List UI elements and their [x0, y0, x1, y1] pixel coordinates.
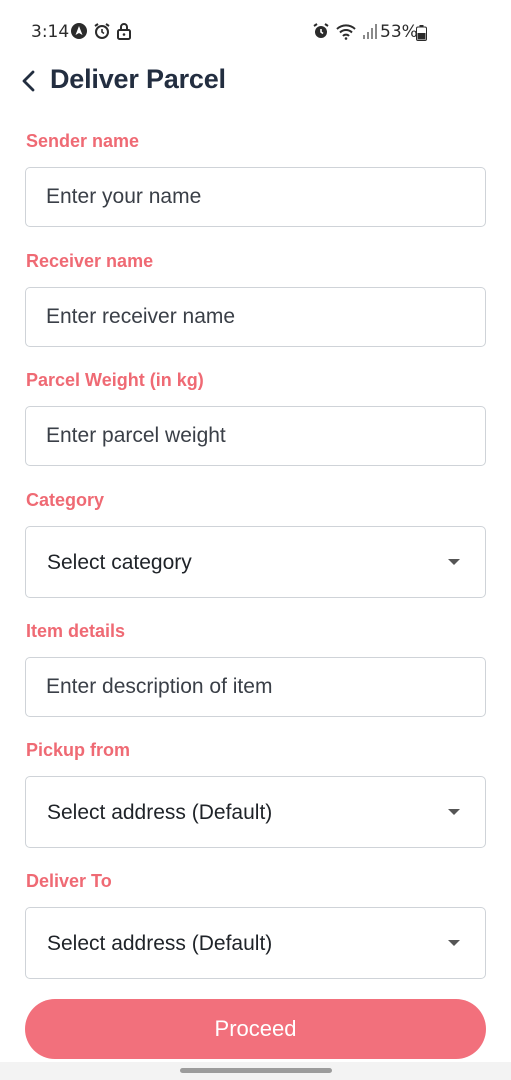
status-left-icons	[70, 22, 132, 40]
receiver-name-field-box	[25, 287, 486, 347]
item-details-input[interactable]	[26, 658, 485, 716]
chevron-left-icon	[22, 70, 35, 92]
deliver-address-select[interactable]: Select address (Default)	[25, 907, 486, 979]
dropdown-arrow-icon	[448, 809, 460, 815]
receiver-name-label: Receiver name	[26, 251, 154, 271]
item-details-label: Item details	[26, 621, 126, 641]
back-button[interactable]	[14, 66, 42, 96]
home-indicator[interactable]	[180, 1068, 332, 1073]
alarm-icon	[313, 23, 329, 38]
category-select-value: Select category	[47, 551, 192, 574]
dropdown-arrow-icon	[448, 940, 460, 946]
pickup-address-select[interactable]: Select address (Default)	[25, 776, 486, 848]
sender-name-input[interactable]	[26, 168, 485, 226]
header: Deliver Parcel	[0, 58, 511, 104]
pickup-select-value: Select address (Default)	[47, 801, 273, 824]
parcel-weight-label: Parcel Weight (in kg)	[26, 370, 204, 390]
deliver-to-label: Deliver To	[26, 871, 112, 891]
page-title: Deliver Parcel	[50, 64, 226, 94]
item-details-field-box	[25, 657, 486, 717]
category-label: Category	[26, 490, 105, 510]
status-right-icons	[312, 22, 378, 40]
sender-name-field-box	[25, 167, 486, 227]
battery-percent: 53%	[380, 22, 418, 42]
parcel-weight-input[interactable]	[26, 407, 485, 465]
alarm-icon	[94, 23, 110, 39]
status-time: 3:14	[31, 22, 70, 42]
proceed-button[interactable]: Proceed	[25, 999, 486, 1059]
navigation-icon	[71, 23, 87, 39]
lock-icon	[117, 23, 131, 40]
battery-icon	[416, 25, 427, 41]
pickup-from-label: Pickup from	[26, 740, 131, 760]
sender-name-label: Sender name	[26, 131, 140, 151]
category-select[interactable]: Select category	[25, 526, 486, 598]
signal-icon	[363, 24, 377, 39]
status-bar: 3:14 53%	[0, 0, 511, 62]
wifi-icon	[336, 24, 356, 40]
receiver-name-input[interactable]	[26, 288, 485, 346]
deliver-select-value: Select address (Default)	[47, 932, 273, 955]
parcel-weight-field-box	[25, 406, 486, 466]
dropdown-arrow-icon	[448, 559, 460, 565]
